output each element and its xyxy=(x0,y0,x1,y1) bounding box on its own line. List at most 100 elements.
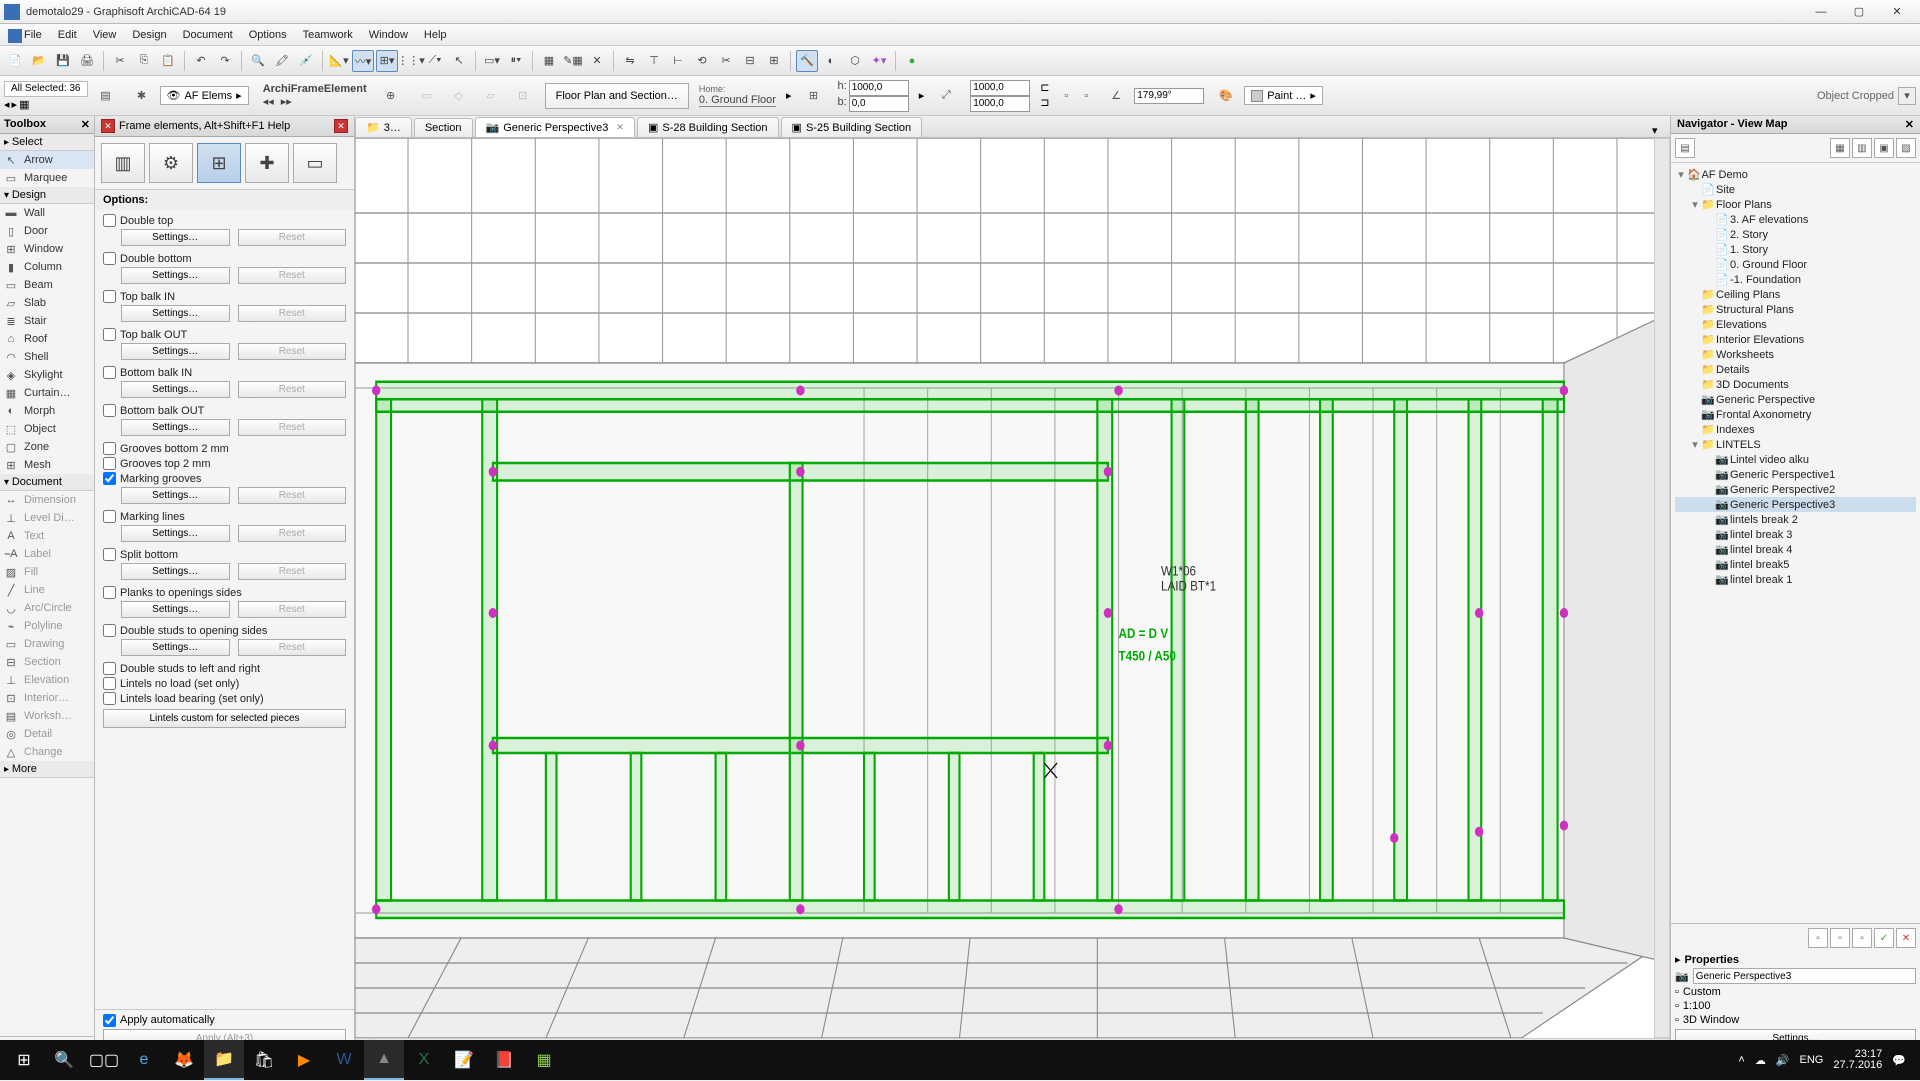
tree-node[interactable]: 📷 Generic Perspective xyxy=(1675,392,1916,407)
close-button[interactable]: ✕ xyxy=(1878,1,1916,23)
tab-close-icon[interactable]: ✕ xyxy=(616,122,624,133)
dim-ref-icon[interactable]: ⊞▾ xyxy=(800,82,828,110)
elem-next-icon[interactable]: ▸▸ xyxy=(281,95,297,109)
opt-planks-openings[interactable]: Planks to openings sides xyxy=(103,586,346,599)
menu-file[interactable]: File xyxy=(6,27,50,43)
opt-marking-lines[interactable]: Marking lines xyxy=(103,510,346,523)
mode-3-icon[interactable]: ▱ xyxy=(477,82,505,110)
frame-mode-3[interactable]: ⊞ xyxy=(197,143,241,183)
tool-beam[interactable]: ▭Beam xyxy=(0,276,94,294)
show-icon[interactable]: ▦ xyxy=(538,50,560,72)
eyedropper-icon[interactable]: 💉 xyxy=(295,50,317,72)
tree-node[interactable]: 📷 Frontal Axonometry xyxy=(1675,407,1916,422)
split-icon[interactable]: ⊟ xyxy=(739,50,761,72)
nav-map1-icon[interactable]: ▦ xyxy=(1830,138,1850,158)
tree-node[interactable]: 📷 lintel break5 xyxy=(1675,557,1916,572)
props-expand-icon[interactable]: ▸ xyxy=(1675,953,1681,966)
tree-node[interactable]: 📷 lintel break 3 xyxy=(1675,527,1916,542)
opt-lintels-no[interactable]: Lintels no load (set only) xyxy=(103,677,346,690)
nav-save-icon[interactable]: ▫ xyxy=(1852,928,1872,948)
tree-node[interactable]: 📷 Generic Perspective1 xyxy=(1675,467,1916,482)
tree-node[interactable]: 📄 Site xyxy=(1675,182,1916,197)
link-top-icon[interactable]: ⊏ xyxy=(1040,81,1054,95)
toolbox-group-more[interactable]: ▸ More xyxy=(0,761,94,778)
tool-fill[interactable]: ▨Fill xyxy=(0,563,94,581)
opt-marking-grooves[interactable]: Marking grooves xyxy=(103,472,346,485)
material-icon[interactable]: 🎨 xyxy=(1212,82,1240,110)
settings-double-bottom[interactable]: Settings… xyxy=(121,267,230,284)
tool-dimension[interactable]: ↔Dimension xyxy=(0,491,94,509)
crop-toggle-icon[interactable]: ▾ xyxy=(1898,87,1916,105)
lock-h-icon[interactable]: ▫ xyxy=(1078,82,1094,110)
sel-settings-icon[interactable]: ▦ xyxy=(19,98,29,111)
tree-node[interactable]: 📁 Structural Plans xyxy=(1675,302,1916,317)
cut-icon[interactable]: ✂ xyxy=(109,50,131,72)
delete-icon[interactable]: ✕ xyxy=(586,50,608,72)
paint-select[interactable]: Paint … ▸ xyxy=(1244,86,1323,105)
menu-window[interactable]: Window xyxy=(361,27,416,43)
word-icon[interactable]: W xyxy=(324,1040,364,1080)
tool-skylight[interactable]: ◈Skylight xyxy=(0,366,94,384)
vertical-scrollbar[interactable] xyxy=(1654,138,1670,1038)
taskview-icon[interactable]: ▢▢ xyxy=(84,1040,124,1080)
opt-bottom-balk-out[interactable]: Bottom balk OUT xyxy=(103,404,346,417)
trim-icon[interactable]: ✂ xyxy=(715,50,737,72)
tab-s28[interactable]: ▣S-28 Building Section xyxy=(637,117,779,137)
filter-icon[interactable]: ▤ xyxy=(92,82,120,110)
morph-icon[interactable]: ◐ xyxy=(820,50,842,72)
tool-roof[interactable]: ⌂Roof xyxy=(0,330,94,348)
tray-lang[interactable]: ENG xyxy=(1800,1054,1824,1066)
tool-polyline[interactable]: ⌁Polyline xyxy=(0,617,94,635)
tree-node[interactable]: 📁 Interior Elevations xyxy=(1675,332,1916,347)
angle-input[interactable] xyxy=(1134,88,1204,104)
tree-node[interactable]: 📄 3. AF elevations xyxy=(1675,212,1916,227)
tool-arrow[interactable]: ↖Arrow xyxy=(0,151,94,169)
menu-options[interactable]: Options xyxy=(241,27,295,43)
store-icon[interactable]: 🛍 xyxy=(244,1040,284,1080)
home-value[interactable]: 0. Ground Floor xyxy=(699,94,776,107)
navigator-close-icon[interactable]: ✕ xyxy=(1905,118,1914,131)
measure-icon[interactable]: 📐▾ xyxy=(328,50,350,72)
frame-panel-close2-icon[interactable]: ✕ xyxy=(101,119,115,133)
tree-node[interactable]: 📷 lintel break 1 xyxy=(1675,572,1916,587)
elem-prev-icon[interactable]: ◂◂ xyxy=(263,95,279,109)
frame-panel-close-icon[interactable]: ✕ xyxy=(334,119,348,133)
settings-bottom-balk-out[interactable]: Settings… xyxy=(121,419,230,436)
excel-icon[interactable]: X xyxy=(404,1040,444,1080)
opt-lintels-load[interactable]: Lintels load bearing (set only) xyxy=(103,692,346,705)
b-input[interactable] xyxy=(849,96,909,112)
tool-stair[interactable]: ≣Stair xyxy=(0,312,94,330)
tool-door[interactable]: ▯Door xyxy=(0,222,94,240)
tool-morph[interactable]: ◐Morph xyxy=(0,402,94,420)
tool-line[interactable]: ╱Line xyxy=(0,581,94,599)
settings-marking-grooves[interactable]: Settings… xyxy=(121,487,230,504)
renovation-icon[interactable]: 🔨 xyxy=(796,50,818,72)
link-bot-icon[interactable]: ⊐ xyxy=(1040,96,1054,110)
align-icon[interactable]: ⊤ xyxy=(643,50,665,72)
grid-icon[interactable]: ⋮⋮▾ xyxy=(400,50,422,72)
opt-double-top[interactable]: Double top xyxy=(103,214,346,227)
tool-interior[interactable]: ⊡Interior… xyxy=(0,689,94,707)
tool-detail[interactable]: ◎Detail xyxy=(0,725,94,743)
prop-name-input[interactable] xyxy=(1693,968,1916,984)
redo-icon[interactable]: ↷ xyxy=(214,50,236,72)
tool-slab[interactable]: ▱Slab xyxy=(0,294,94,312)
snap-icon[interactable]: ⊞▾ xyxy=(376,50,398,72)
media-icon[interactable]: ▶ xyxy=(284,1040,324,1080)
tree-node[interactable]: 📄 0. Ground Floor xyxy=(1675,257,1916,272)
guide-icon[interactable]: ⟋▾ xyxy=(424,50,446,72)
explorer-icon[interactable]: 📁 xyxy=(204,1040,244,1080)
settings-top-balk-out[interactable]: Settings… xyxy=(121,343,230,360)
anchor-icon[interactable]: ⊕▸ xyxy=(377,82,405,110)
app-icon-2[interactable]: ▦ xyxy=(524,1040,564,1080)
opt-grooves-bottom[interactable]: Grooves bottom 2 mm xyxy=(103,442,346,455)
tool-shell[interactable]: ◠Shell xyxy=(0,348,94,366)
opt-double-bottom[interactable]: Double bottom xyxy=(103,252,346,265)
3d-canvas[interactable]: AD = D V T450 / A50 W1*06 LAID BT*1 xyxy=(355,138,1670,1038)
height-input[interactable] xyxy=(970,96,1030,112)
tree-node[interactable]: 📁 Ceiling Plans xyxy=(1675,287,1916,302)
frame-mode-5[interactable]: ▭ xyxy=(293,143,337,183)
sel-next-icon[interactable]: ▸ xyxy=(12,98,18,111)
copy-icon[interactable]: ⎘ xyxy=(133,50,155,72)
tool-drawing[interactable]: ▭Drawing xyxy=(0,635,94,653)
